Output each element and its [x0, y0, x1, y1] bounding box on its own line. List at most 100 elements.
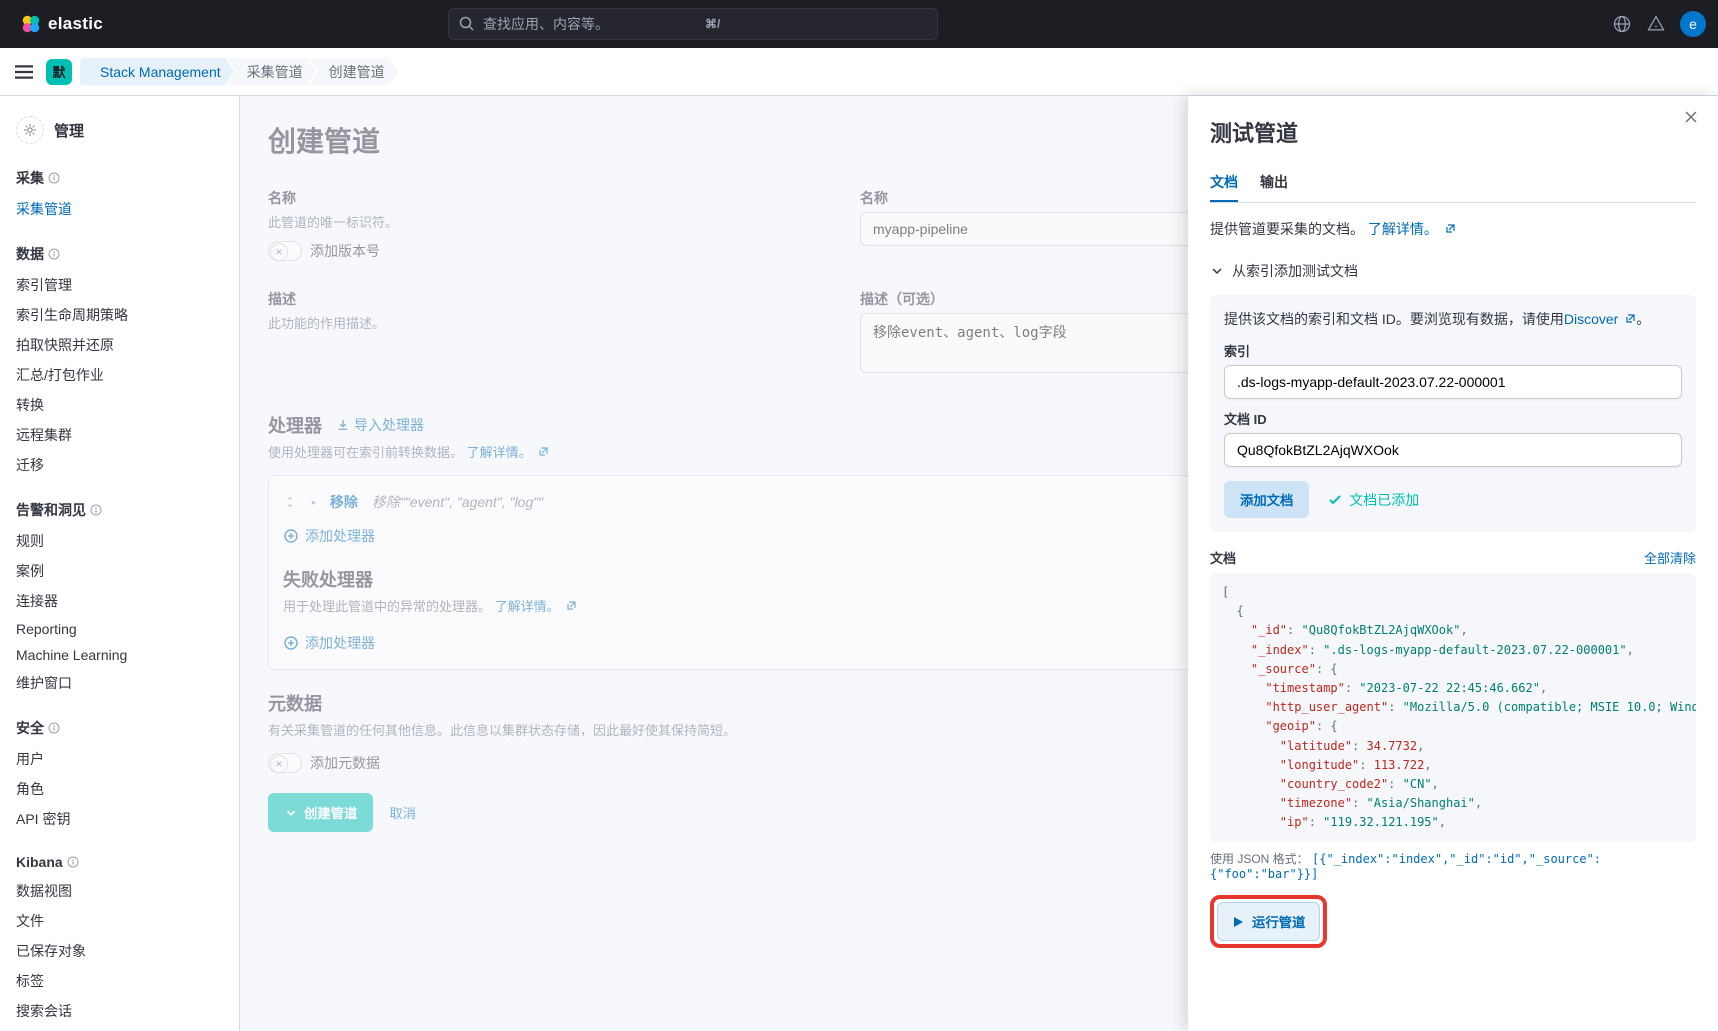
flyout-title: 测试管道: [1210, 116, 1696, 148]
sidebar-item[interactable]: 用户: [16, 744, 223, 774]
processors-learn-more[interactable]: 了解详情。: [467, 445, 550, 460]
processors-title: 处理器: [268, 412, 322, 438]
nav-group-head[interactable]: 数据: [16, 238, 223, 270]
sidebar-item[interactable]: 案例: [16, 556, 223, 586]
cancel-button[interactable]: 取消: [389, 793, 416, 832]
add-document-button[interactable]: 添加文档: [1224, 481, 1309, 518]
desc-section-label: 描述: [268, 289, 820, 309]
chevron-down-icon: [284, 806, 298, 820]
docid-label: 文档 ID: [1224, 409, 1682, 428]
index-input[interactable]: [1224, 365, 1682, 399]
crumb-create-pipeline: 创建管道: [309, 58, 399, 86]
discover-link[interactable]: Discover: [1564, 311, 1636, 327]
version-toggle-label: 添加版本号: [310, 241, 380, 261]
import-icon: [336, 418, 350, 432]
info-icon: [48, 248, 60, 260]
info-icon: [48, 722, 60, 734]
search-placeholder: 查找应用、内容等。: [483, 14, 705, 34]
chevron-down-icon: [1210, 264, 1224, 278]
sidebar-item[interactable]: 数据视图: [16, 876, 223, 906]
popout-icon: [1444, 223, 1456, 235]
info-icon: [67, 856, 79, 868]
elastic-logo-icon: [20, 13, 42, 35]
name-help: 此管道的唯一标识符。: [268, 212, 820, 231]
sidebar-item[interactable]: 迁移: [16, 450, 223, 480]
info-icon: [48, 172, 60, 184]
sidebar-item[interactable]: API 密钥: [16, 804, 223, 834]
sidebar-item[interactable]: 角色: [16, 774, 223, 804]
global-search[interactable]: 查找应用、内容等。 ⌘/: [448, 8, 938, 40]
newsfeed-icon[interactable]: [1646, 14, 1666, 34]
processor-remove-label: 移除: [330, 492, 358, 512]
search-icon: [459, 16, 475, 32]
doc-added-status: 文档已添加: [1327, 490, 1419, 510]
add-from-index-accordion[interactable]: 从索引添加测试文档: [1210, 255, 1696, 287]
search-shortcut: ⌘/: [705, 17, 927, 31]
plus-circle-icon: [283, 635, 299, 651]
nav-toggle[interactable]: [10, 58, 38, 86]
run-pipeline-button[interactable]: 运行管道: [1217, 902, 1320, 941]
sidebar-item[interactable]: 搜索会话: [16, 996, 223, 1026]
processor-desc: 移除""event", "agent", "log"": [372, 492, 543, 512]
popout-icon: [1624, 313, 1636, 325]
popout-icon: [565, 600, 577, 612]
sidebar-item[interactable]: 标签: [16, 966, 223, 996]
sidebar-item[interactable]: 索引管理: [16, 270, 223, 300]
avatar[interactable]: e: [1680, 11, 1706, 37]
docid-input[interactable]: [1224, 433, 1682, 467]
sidebar-item[interactable]: 拍取快照并还原: [16, 330, 223, 360]
sidebar-item[interactable]: 转换: [16, 390, 223, 420]
sidebar-item[interactable]: Reporting: [16, 616, 223, 642]
breadcrumb: Stack Management 采集管道 创建管道: [80, 58, 399, 86]
sidebar-item[interactable]: 维护窗口: [16, 668, 223, 698]
sidebar-title: 管理: [54, 120, 84, 141]
crumb-stack-management[interactable]: Stack Management: [80, 58, 235, 86]
check-icon: [1327, 492, 1343, 508]
plus-circle-icon: [283, 528, 299, 544]
sidebar-item[interactable]: 文件: [16, 906, 223, 936]
sidebar-item[interactable]: 已保存对象: [16, 936, 223, 966]
desc-help: 此功能的作用描述。: [268, 313, 820, 332]
info-icon: [90, 504, 102, 516]
flyout-learn-more[interactable]: 了解详情。: [1368, 221, 1456, 237]
space-selector[interactable]: 默: [46, 59, 72, 85]
sidebar-item[interactable]: 连接器: [16, 586, 223, 616]
meta-toggle[interactable]: [268, 753, 302, 773]
sidebar-item[interactable]: 远程集群: [16, 420, 223, 450]
gear-icon: [16, 116, 44, 144]
create-pipeline-button[interactable]: 创建管道: [268, 793, 373, 832]
json-hint-label: 使用 JSON 格式：: [1210, 852, 1309, 866]
logo[interactable]: elastic: [12, 13, 111, 35]
tab-documents[interactable]: 文档: [1210, 172, 1238, 202]
index-label: 索引: [1224, 341, 1682, 360]
sidebar-item[interactable]: Machine Learning: [16, 642, 223, 668]
play-icon: [1232, 916, 1244, 928]
meta-toggle-label: 添加元数据: [310, 753, 380, 773]
close-icon: [1684, 110, 1698, 124]
fail-help: 用于处理此管道中的异常的处理器。: [283, 599, 491, 614]
nav-group-head[interactable]: Kibana: [16, 848, 223, 876]
clear-all-button[interactable]: 全部清除: [1644, 548, 1696, 567]
flyout-intro-text: 提供管道要采集的文档。: [1210, 221, 1364, 237]
processors-help: 使用处理器可在索引前转换数据。: [268, 445, 463, 460]
drag-icon[interactable]: [283, 495, 297, 509]
version-toggle[interactable]: [268, 241, 302, 261]
close-flyout[interactable]: [1684, 110, 1704, 130]
popout-icon: [537, 446, 549, 458]
sidebar-item[interactable]: 索引生命周期策略: [16, 300, 223, 330]
sidebar-item[interactable]: 汇总/打包作业: [16, 360, 223, 390]
logo-text: elastic: [48, 14, 103, 34]
sidebar-item[interactable]: 规则: [16, 526, 223, 556]
import-processors[interactable]: 导入处理器: [336, 415, 424, 435]
documents-editor[interactable]: [ { "_id": "Qu8QfokBtZL2AjqWXOok", "_ind…: [1210, 573, 1696, 842]
sidebar: 管理 采集 采集管道数据 索引管理索引生命周期策略拍取快照并还原汇总/打包作业转…: [0, 96, 240, 1031]
globe-icon[interactable]: [1612, 14, 1632, 34]
fail-learn-more[interactable]: 了解详情。: [495, 599, 578, 614]
callout-text: 提供该文档的索引和文档 ID。要浏览现有数据，请使用: [1224, 311, 1564, 327]
tab-output[interactable]: 输出: [1260, 172, 1288, 202]
nav-group-head[interactable]: 采集: [16, 162, 223, 194]
nav-group-head[interactable]: 安全: [16, 712, 223, 744]
crumb-ingest-pipelines[interactable]: 采集管道: [227, 58, 317, 86]
nav-group-head[interactable]: 告警和洞见: [16, 494, 223, 526]
sidebar-item[interactable]: 采集管道: [16, 194, 223, 224]
